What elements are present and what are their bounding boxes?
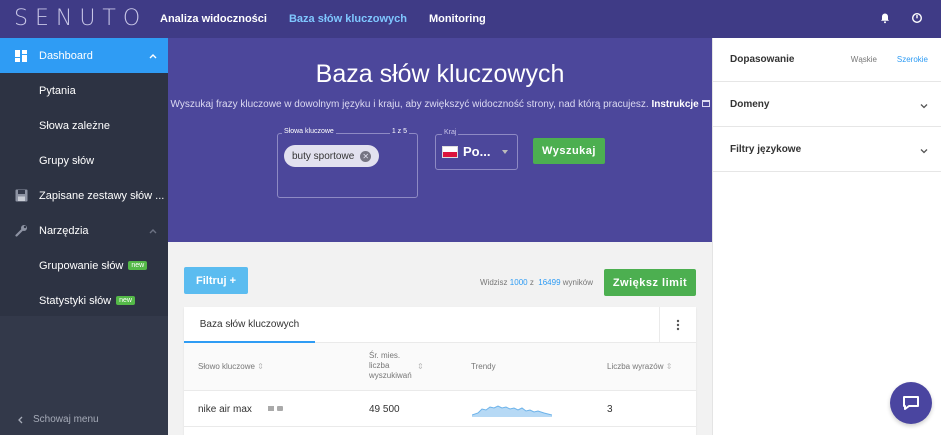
sidebar-item-word-grouping[interactable]: Grupowanie słów new: [0, 248, 168, 283]
table-header: Słowo kluczowe ⇕ Śr. mies. liczba wyszuk…: [184, 343, 696, 391]
column-header-word-count[interactable]: Liczba wyrazów ⇕: [607, 362, 672, 371]
sidebar-item-label: Grupy słów: [39, 154, 95, 167]
search-button[interactable]: Wyszukaj: [533, 138, 605, 164]
country-select[interactable]: Kraj Po...: [435, 129, 518, 170]
results-mid: z: [529, 278, 534, 287]
column-label: Liczba wyrazów: [607, 362, 664, 371]
bell-icon[interactable]: [879, 12, 891, 24]
language-filters-label: Filtry językowe: [730, 143, 802, 155]
chevron-up-icon[interactable]: [148, 51, 158, 61]
match-narrow-option[interactable]: Wąskie: [851, 55, 877, 64]
country-value: Po...: [463, 144, 491, 159]
match-broad-option[interactable]: Szerokie: [897, 55, 928, 64]
keywords-count: 1 z 5: [389, 128, 409, 135]
new-badge: new: [128, 261, 148, 270]
new-badge: new: [116, 296, 135, 305]
page-subtitle: Wyszukaj frazy kluczowe w dowolnym język…: [168, 99, 712, 110]
chat-bubble-icon: [903, 396, 919, 410]
external-window-icon[interactable]: [701, 100, 710, 107]
subtitle-text: Wyszukaj frazy kluczowe w dowolnym język…: [170, 99, 649, 110]
country-label: Kraj: [442, 129, 459, 136]
sidebar-item-saved-sets[interactable]: Zapisane zestawy słów ...: [0, 178, 168, 213]
chat-button[interactable]: [890, 382, 932, 424]
column-label: Śr. mies. liczba wyszukiwań: [369, 351, 412, 380]
sidebar-item-label: Dashboard: [39, 49, 93, 62]
sidebar-item-questions[interactable]: Pytania: [0, 73, 168, 108]
sort-icon: ⇕: [665, 362, 673, 371]
nav-keyword-database[interactable]: Baza słów kluczowych: [289, 13, 407, 25]
sidebar-item-label: Narzędzia: [39, 224, 89, 237]
keyword-chip-label: buty sportowe: [292, 150, 355, 162]
caret-down-icon: [502, 150, 508, 154]
top-bar: SENUTO Analiza widoczności Baza słów klu…: [0, 0, 941, 38]
more-options-button[interactable]: [659, 307, 696, 343]
dashboard-icon: [14, 49, 28, 63]
tab-keyword-database[interactable]: Baza słów kluczowych: [184, 307, 315, 343]
column-header-keyword[interactable]: Słowo kluczowe ⇕: [198, 362, 264, 371]
results-prefix: Widzisz: [480, 278, 508, 287]
results-suffix: wyników: [562, 278, 593, 287]
instructions-link[interactable]: Instrukcje: [651, 99, 698, 110]
match-type-label: Dopasowanie: [730, 54, 795, 65]
sidebar-item-label: Zapisane zestawy słów ...: [39, 189, 165, 202]
filter-button[interactable]: Filtruj +: [184, 267, 248, 294]
power-icon[interactable]: [911, 12, 923, 24]
nav-monitoring[interactable]: Monitoring: [429, 13, 486, 25]
wrench-icon: [14, 224, 28, 238]
results-shown: 1000: [509, 278, 528, 287]
domains-row[interactable]: Domeny: [713, 82, 941, 127]
page-title: Baza słów kluczowych: [315, 60, 565, 88]
filters-panel: Dopasowanie Wąskie Szerokie Domeny Filtr…: [712, 38, 941, 435]
top-icons: [879, 12, 923, 24]
chevron-down-icon[interactable]: [919, 146, 929, 156]
sort-icon: ⇕: [257, 362, 264, 371]
sidebar-item-label: Słowa zależne: [39, 119, 110, 132]
sidebar-item-label: Grupowanie słów: [39, 259, 124, 272]
searches-cell: 49 500: [369, 404, 400, 415]
sidebar-item-tools[interactable]: Narzędzia: [0, 213, 168, 248]
collapse-menu-label: Schowaj menu: [33, 414, 99, 425]
keywords-label: Słowa kluczowe: [282, 128, 336, 135]
chevron-down-icon[interactable]: [919, 101, 929, 111]
floppy-disk-icon: [14, 189, 28, 203]
sidebar-item-word-stats[interactable]: Statystyki słów new: [0, 283, 168, 318]
chevron-left-icon: [18, 416, 23, 423]
language-filters-row[interactable]: Filtry językowe: [713, 127, 941, 172]
results-summary: Widzisz 1000 z 16499 wyników: [480, 278, 593, 287]
trend-sparkline: [472, 405, 552, 417]
sidebar: Dashboard Pytania Słowa zależne Grupy sł…: [0, 38, 168, 435]
senuto-logo[interactable]: SENUTO: [14, 6, 147, 31]
keywords-input[interactable]: Słowa kluczowe 1 z 5 buty sportowe ✕: [277, 128, 418, 198]
kebab-menu-icon: [676, 319, 680, 331]
remove-chip-icon[interactable]: ✕: [360, 150, 372, 162]
table-row[interactable]: nike air max 49 500 3: [184, 391, 696, 427]
sidebar-item-label: Statystyki słów: [39, 294, 112, 307]
sidebar-item-label: Pytania: [39, 84, 76, 97]
sort-icon[interactable]: ⇕: [417, 362, 424, 371]
nav-visibility-analysis[interactable]: Analiza widoczności: [160, 13, 267, 25]
results-total: 16499: [538, 278, 561, 287]
collapse-menu-button[interactable]: Schowaj menu: [17, 414, 99, 425]
chevron-up-icon[interactable]: [148, 226, 158, 236]
column-label: Słowo kluczowe: [198, 362, 255, 371]
poland-flag-icon: [442, 146, 458, 158]
column-header-trends: Trendy: [471, 362, 496, 371]
results-table: Baza słów kluczowych Słowo kluczowe ⇕ Śr…: [184, 307, 696, 435]
match-type-row: Dopasowanie Wąskie Szerokie: [713, 38, 941, 82]
keyword-chip[interactable]: buty sportowe ✕: [284, 145, 380, 167]
search-hero: Baza słów kluczowych Wyszukaj frazy kluc…: [168, 38, 712, 242]
keyword-cell[interactable]: nike air max: [198, 404, 252, 415]
word-count-cell: 3: [607, 404, 613, 415]
serp-features-icon: [268, 406, 283, 411]
top-nav: Analiza widoczności Baza słów kluczowych…: [160, 0, 486, 38]
sidebar-item-dashboard[interactable]: Dashboard: [0, 38, 168, 73]
increase-limit-button[interactable]: Zwiększ limit: [604, 269, 696, 296]
sidebar-item-related-words[interactable]: Słowa zależne: [0, 108, 168, 143]
column-header-searches[interactable]: Śr. mies. liczba wyszukiwań: [369, 351, 413, 381]
sidebar-item-word-groups[interactable]: Grupy słów: [0, 143, 168, 178]
table-tabs: Baza słów kluczowych: [184, 307, 696, 343]
domains-label: Domeny: [730, 98, 770, 110]
